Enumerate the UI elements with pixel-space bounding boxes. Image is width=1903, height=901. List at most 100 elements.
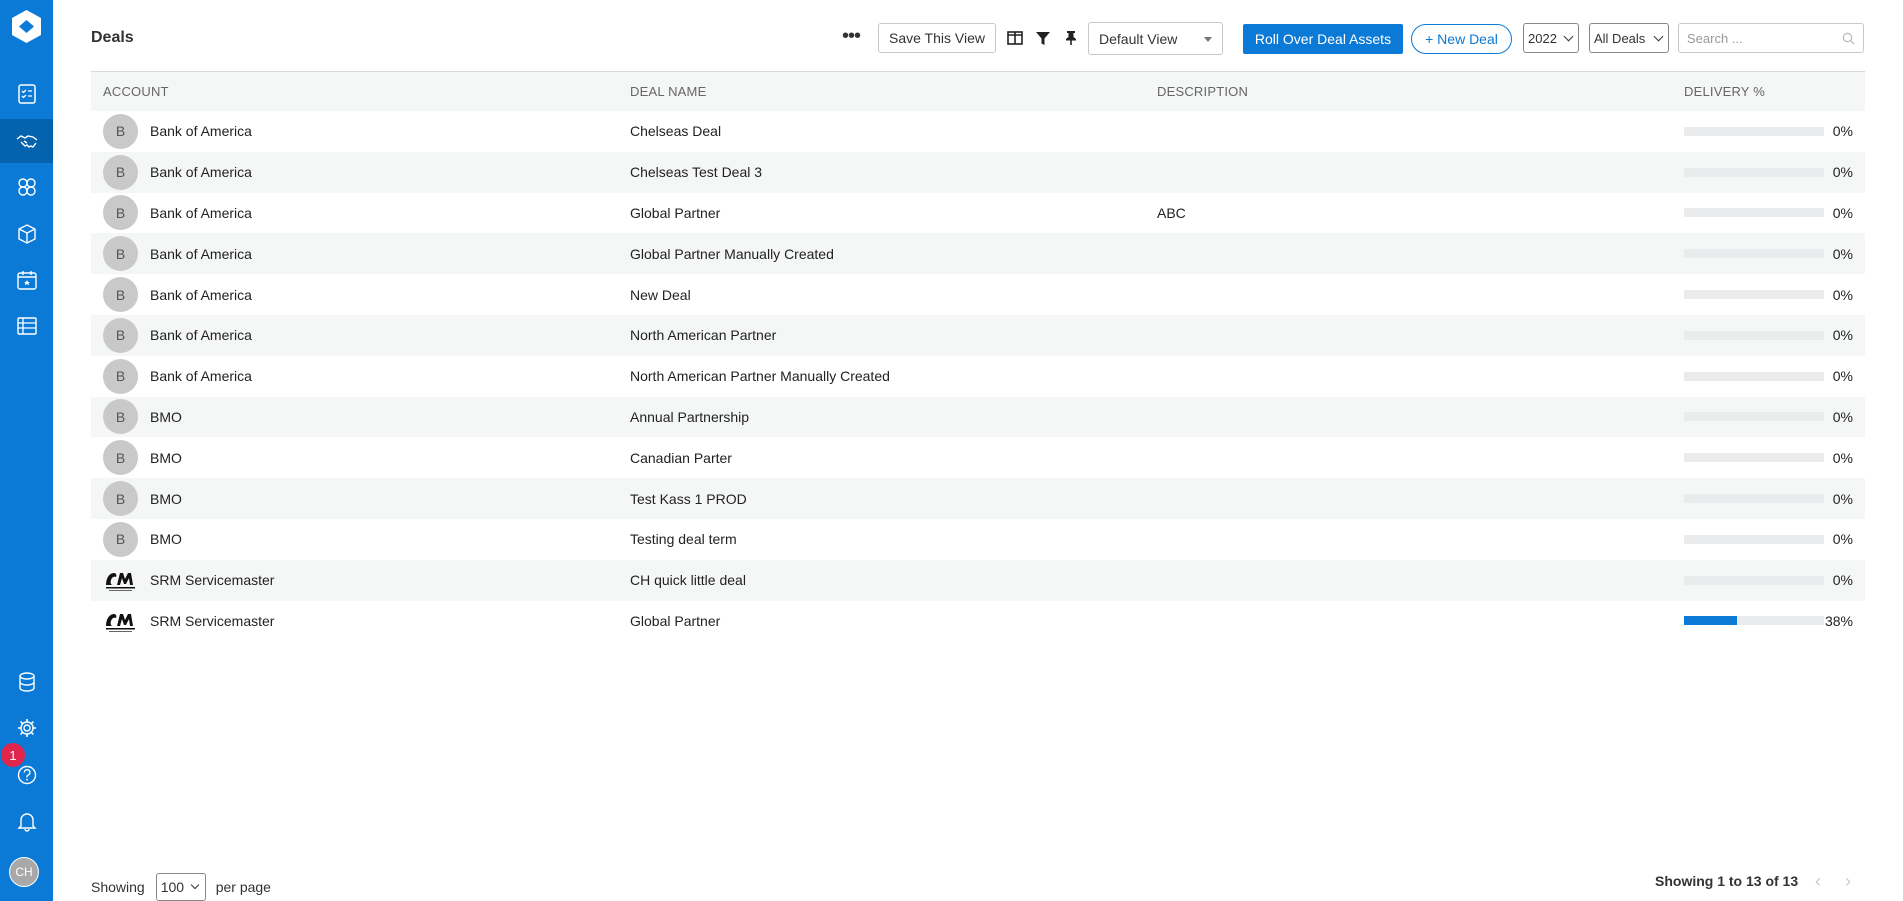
deal-name[interactable]: Global Partner <box>618 613 1145 629</box>
deal-description: ABC <box>1157 204 1186 221</box>
search-placeholder: Search ... <box>1687 30 1743 46</box>
account-cell: SRM Servicemaster <box>91 603 618 638</box>
sidebar-item-list[interactable] <box>0 304 53 348</box>
table-row[interactable]: SRM Servicemaster CH quick little deal 0% <box>91 559 1865 601</box>
account-name[interactable]: Bank of America <box>150 246 252 262</box>
view-select[interactable]: Default View <box>1088 22 1223 55</box>
deal-name[interactable]: CH quick little deal <box>618 572 1145 588</box>
column-header-description[interactable]: DESCRIPTION <box>1145 84 1672 99</box>
account-name[interactable]: Bank of America <box>150 327 252 343</box>
deal-name[interactable]: Testing deal term <box>618 531 1145 547</box>
delivery-cell: 0% <box>1672 123 1865 139</box>
sidebar-item-deals[interactable] <box>0 119 53 163</box>
per-page-label: per page <box>215 879 271 895</box>
sidebar-item-notifications[interactable] <box>0 799 53 843</box>
account-name[interactable]: BMO <box>150 450 182 466</box>
account-avatar: B <box>103 358 138 394</box>
app-logo[interactable] <box>9 9 44 44</box>
year-select-value: 2022 <box>1528 30 1557 46</box>
roll-over-deal-assets-button[interactable]: Roll Over Deal Assets <box>1243 24 1403 54</box>
account-name[interactable]: BMO <box>150 491 182 507</box>
search-icon <box>1842 32 1855 45</box>
table-row[interactable]: B Bank of America Global Partner ABC 0% <box>91 193 1865 234</box>
year-select[interactable]: 2022 <box>1523 23 1579 53</box>
delivery-cell: 38% <box>1672 613 1865 629</box>
sidebar-item-tasks[interactable] <box>0 72 53 116</box>
table-row[interactable]: B BMO Annual Partnership 0% <box>91 396 1865 438</box>
delivery-cell: 0% <box>1672 164 1865 180</box>
more-options-icon[interactable]: ••• <box>842 26 861 46</box>
deal-name[interactable]: Test Kass 1 PROD <box>618 491 1145 507</box>
table-row[interactable]: B Bank of America North American Partner M… <box>91 356 1865 397</box>
account-name[interactable]: Bank of America <box>150 205 252 221</box>
account-name[interactable]: BMO <box>150 409 182 425</box>
account-name[interactable]: Bank of America <box>150 123 252 139</box>
sidebar-item-database[interactable] <box>0 660 53 704</box>
account-name[interactable]: Bank of America <box>150 287 252 303</box>
column-header-deal-name[interactable]: DEAL NAME <box>618 84 1145 99</box>
help-icon <box>17 765 36 785</box>
per-page-select[interactable]: 100 <box>155 873 206 901</box>
account-name[interactable]: Bank of America <box>150 368 252 384</box>
deal-name[interactable]: Chelseas Test Deal 3 <box>618 164 1145 180</box>
deal-name[interactable]: Canadian Parter <box>618 450 1145 466</box>
account-name[interactable]: Bank of America <box>150 164 252 180</box>
account-avatar: B <box>103 317 138 353</box>
accounts-icon <box>17 178 36 196</box>
sidebar-item-assets[interactable] <box>0 212 53 256</box>
user-avatar[interactable]: CH <box>9 857 39 887</box>
deal-name[interactable]: Annual Partnership <box>618 409 1145 425</box>
account-cell: B Bank of America <box>91 358 618 394</box>
delivery-percent: 0% <box>1832 327 1853 344</box>
account-name[interactable]: BMO <box>150 531 182 547</box>
next-page-icon[interactable]: › <box>1845 872 1851 890</box>
new-deal-button[interactable]: + New Deal <box>1411 24 1512 54</box>
pin-icon[interactable] <box>1061 28 1081 48</box>
table-row[interactable]: B Bank of America Chelseas Deal 0% <box>91 111 1865 152</box>
deal-scope-select[interactable]: All Deals <box>1589 23 1669 53</box>
delivery-progress-bar <box>1684 453 1824 463</box>
deal-name[interactable]: Global Partner Manually Created <box>618 246 1145 262</box>
deal-scope-value: All Deals <box>1594 30 1646 46</box>
table-row[interactable]: B BMO Test Kass 1 PROD 0% <box>91 478 1865 519</box>
database-icon <box>18 672 35 692</box>
account-name[interactable]: SRM Servicemaster <box>150 613 274 629</box>
delivery-progress-bar <box>1684 330 1824 340</box>
delivery-cell: 0% <box>1672 531 1865 547</box>
deal-name[interactable]: New Deal <box>618 287 1145 303</box>
checklist-icon <box>17 84 36 104</box>
delivery-progress-bar <box>1684 126 1824 136</box>
table-row[interactable]: SRM Servicemaster Global Partner 38% <box>91 601 1865 642</box>
save-view-button[interactable]: Save This View <box>878 23 996 53</box>
account-avatar: B <box>103 236 138 272</box>
previous-page-icon[interactable]: ‹ <box>1815 872 1821 890</box>
filter-icon[interactable] <box>1033 28 1053 48</box>
per-page-value: 100 <box>160 879 185 895</box>
account-name[interactable]: SRM Servicemaster <box>150 572 274 588</box>
account-avatar: B <box>103 195 138 231</box>
list-icon <box>16 317 37 335</box>
delivery-progress-bar <box>1684 208 1824 218</box>
account-cell: B BMO <box>91 440 618 476</box>
table-row[interactable]: B BMO Testing deal term 0% <box>91 519 1865 560</box>
deal-name[interactable]: North American Partner Manually Created <box>618 368 1145 384</box>
deal-name[interactable]: Chelseas Deal <box>618 123 1145 139</box>
account-logo <box>103 603 138 638</box>
table-header: ACCOUNT DEAL NAME DESCRIPTION DELIVERY % <box>91 71 1865 111</box>
delivery-cell: 0% <box>1672 572 1865 588</box>
assets-icon <box>17 224 36 244</box>
search-input[interactable]: Search ... <box>1678 23 1864 53</box>
table-row[interactable]: B Bank of America Chelseas Test Deal 3 0% <box>91 151 1865 193</box>
column-header-account[interactable]: ACCOUNT <box>91 84 618 99</box>
sidebar-item-calendar[interactable] <box>0 258 53 302</box>
table-row[interactable]: B Bank of America North American Partner 0% <box>91 314 1865 356</box>
column-header-delivery[interactable]: DELIVERY % <box>1672 84 1865 99</box>
notification-badge: 1 <box>1 743 25 767</box>
table-row[interactable]: B Bank of America Global Partner Manually … <box>91 233 1865 275</box>
deal-name[interactable]: North American Partner <box>618 327 1145 343</box>
columns-icon[interactable] <box>1005 28 1025 48</box>
table-row[interactable]: B Bank of America New Deal 0% <box>91 274 1865 315</box>
deal-name[interactable]: Global Partner <box>618 205 1145 221</box>
sidebar-item-accounts[interactable] <box>0 165 53 209</box>
table-row[interactable]: B BMO Canadian Parter 0% <box>91 437 1865 478</box>
